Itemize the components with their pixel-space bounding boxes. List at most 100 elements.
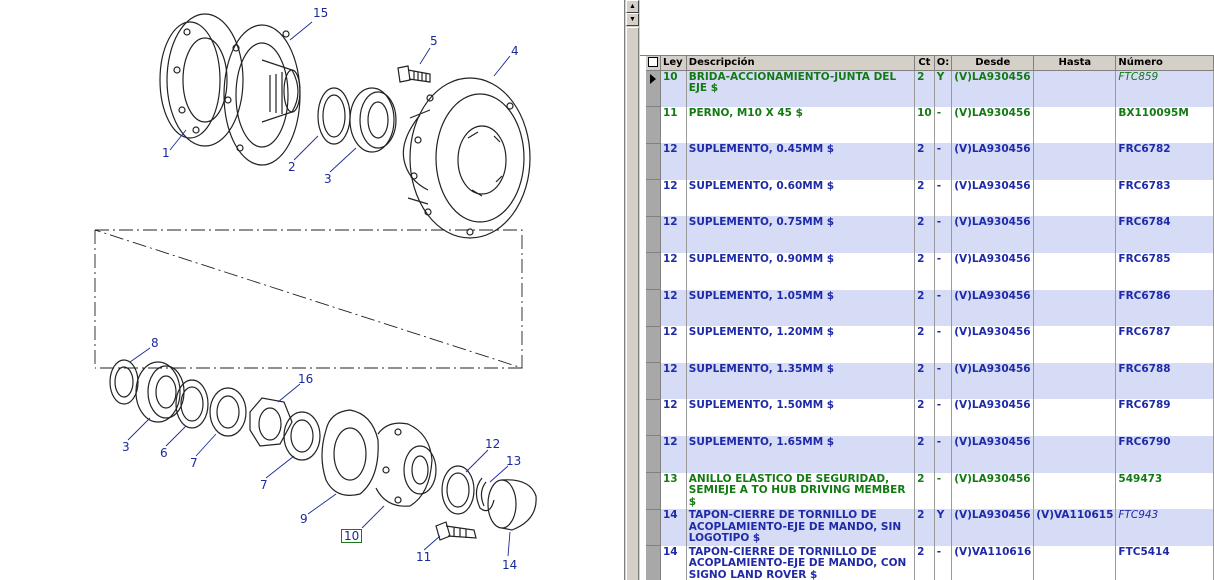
cell-ct: 2 [914,435,935,473]
table-row[interactable]: 12 SUPLEMENTO, 1.50MM $2- (V)LA930456 FRC67… [646,399,1214,437]
row-selector[interactable] [646,252,661,291]
table-row[interactable]: 12 SUPLEMENTO, 1.20MM $2- (V)LA930456 FRC67… [646,326,1214,364]
row-selector[interactable] [646,472,661,510]
callout-label[interactable]: 6 [160,446,168,460]
callout-leaders [127,21,511,557]
cell-desde: (V)VA110616 [951,545,1035,580]
cell-ley: 14 [660,509,687,546]
scroll-up-icon[interactable]: ▲ [626,0,639,13]
callout-label[interactable]: 7 [190,456,198,470]
cell-hasta [1033,362,1117,400]
column-header-os[interactable]: O: [934,56,953,71]
table-row[interactable]: 14 TAPÓN-CIERRE DE TORNILLO DE ACOPLAMIEN… [646,545,1214,580]
cell-ct: 2 [914,70,935,107]
column-header-descripcion[interactable]: Descripción [686,56,916,71]
callout-label[interactable]: 9 [300,512,308,526]
table-row[interactable]: 12 SUPLEMENTO, 1.05MM $2- (V)LA930456 FRC67… [646,289,1214,327]
column-header-hasta[interactable]: Hasta [1033,56,1117,71]
cell-ct: 2 [914,509,935,546]
cell-numero: FRC6785 [1115,252,1214,290]
row-selector[interactable] [646,326,661,364]
cell-ley: 13 [660,472,687,510]
callout-label[interactable]: 13 [506,454,521,468]
callout-label[interactable]: 12 [485,437,500,451]
callout-label[interactable]: 3 [122,440,130,454]
cell-hasta [1033,472,1117,510]
part-4-hub [402,77,531,239]
row-selector[interactable] [646,70,661,108]
cell-hasta [1033,143,1117,180]
table-row[interactable]: 12 SUPLEMENTO, 1.65MM $2- (V)LA930456 FRC67… [646,435,1214,474]
table-row[interactable]: 12 SUPLEMENTO, 1.35MM $2- (V)LA930456 FRC67… [646,362,1214,400]
callout-label[interactable]: 3 [324,172,332,186]
callout-label[interactable]: 7 [260,478,268,492]
callout-label[interactable]: 8 [151,336,159,350]
row-selector[interactable] [646,143,661,181]
cell-numero: FRC6790 [1115,435,1214,473]
select-all-checkbox[interactable] [648,57,658,68]
part-16-lock-washer [249,397,293,447]
column-header-desde[interactable]: Desde [951,56,1035,71]
cell-numero: FTC5414 [1115,545,1214,580]
row-selector[interactable] [646,216,661,254]
cell-hasta [1033,435,1117,473]
callout-label-selected[interactable]: 10 [341,529,363,543]
scroll-down-icon[interactable]: ▼ [626,13,639,26]
part-6-spacer [175,379,209,429]
cell-numero: BX110095M [1115,106,1214,144]
callout-label[interactable]: 15 [313,6,328,20]
cell-desde: (V)LA930456 [951,472,1035,510]
cell-ct: 2 [914,472,935,510]
cell-ct: 2 [914,179,935,217]
select-all-header[interactable] [646,56,661,71]
row-selector[interactable] [646,399,661,437]
cell-os: - [934,472,953,510]
cell-descripcion: SUPLEMENTO, 0.60MM $ [686,179,916,217]
cell-numero: 549473 [1115,472,1214,510]
table-row[interactable]: 13 ANILLO ELÁSTICO DE SEGURIDAD, SEMIEJE … [646,472,1214,510]
table-row[interactable]: 11 PERNO, M10 X 45 $10- (V)LA930456 BX11009… [646,106,1214,144]
row-selector[interactable] [646,289,661,327]
callout-label[interactable]: 16 [298,372,313,386]
column-header-ley[interactable]: Ley [660,56,687,71]
scrollbar-thumb[interactable] [626,27,639,580]
cell-descripcion: SUPLEMENTO, 1.20MM $ [686,326,916,363]
row-selector[interactable] [646,509,661,547]
column-header-numero[interactable]: Número [1115,56,1214,71]
cell-os: - [934,216,953,253]
cell-desde: (V)LA930456 [951,509,1035,546]
table-row[interactable]: 10 BRIDA-ACCIONAMIENTO-JUNTA DEL EJE $2 Y(… [646,70,1214,108]
part-9-gasket [321,409,379,496]
cell-descripcion: SUPLEMENTO, 0.75MM $ [686,216,916,253]
cell-ct: 2 [914,216,935,253]
row-selector[interactable] [646,362,661,400]
cell-os: - [934,106,953,144]
callout-label[interactable]: 4 [511,44,519,58]
row-selector[interactable] [646,106,661,144]
row-selector[interactable] [646,545,661,580]
callout-label[interactable]: 14 [502,558,517,572]
table-row[interactable]: 12 SUPLEMENTO, 0.45MM $2- (V)LA930456 FRC67… [646,143,1214,181]
cell-descripcion: SUPLEMENTO, 1.05MM $ [686,289,916,327]
table-row[interactable]: 14 TAPÓN-CIERRE DE TORNILLO DE ACOPLAMIEN… [646,509,1214,547]
cell-desde: (V)LA930456 [951,143,1035,180]
cell-os: Y [934,70,953,107]
row-selector[interactable] [646,179,661,217]
cell-descripcion: TAPÓN-CIERRE DE TORNILLO DE ACOPLAMIENTO… [686,509,916,546]
table-row[interactable]: 12 SUPLEMENTO, 0.90MM $2- (V)LA930456 FRC67… [646,252,1214,291]
cell-numero: FRC6786 [1115,289,1214,327]
cell-descripcion: SUPLEMENTO, 1.50MM $ [686,399,916,436]
assembly-centerline [94,229,523,369]
cell-numero: FTC943 [1115,509,1214,546]
row-selector[interactable] [646,435,661,474]
callout-label[interactable]: 11 [416,550,431,564]
callout-label[interactable]: 5 [430,34,438,48]
table-row[interactable]: 12 SUPLEMENTO, 0.60MM $2- (V)LA930456 FRC67… [646,179,1214,217]
callout-label[interactable]: 2 [288,160,296,174]
pane-divider-scrollbar[interactable]: ▲ ▼ [624,0,640,580]
column-header-ct[interactable]: Ct [914,56,935,71]
callout-label[interactable]: 1 [162,146,170,160]
table-row[interactable]: 12 SUPLEMENTO, 0.75MM $2- (V)LA930456 FRC67… [646,216,1214,254]
cell-ley: 12 [660,399,687,436]
cell-descripcion: TAPÓN-CIERRE DE TORNILLO DE ACOPLAMIENTO… [686,545,916,580]
